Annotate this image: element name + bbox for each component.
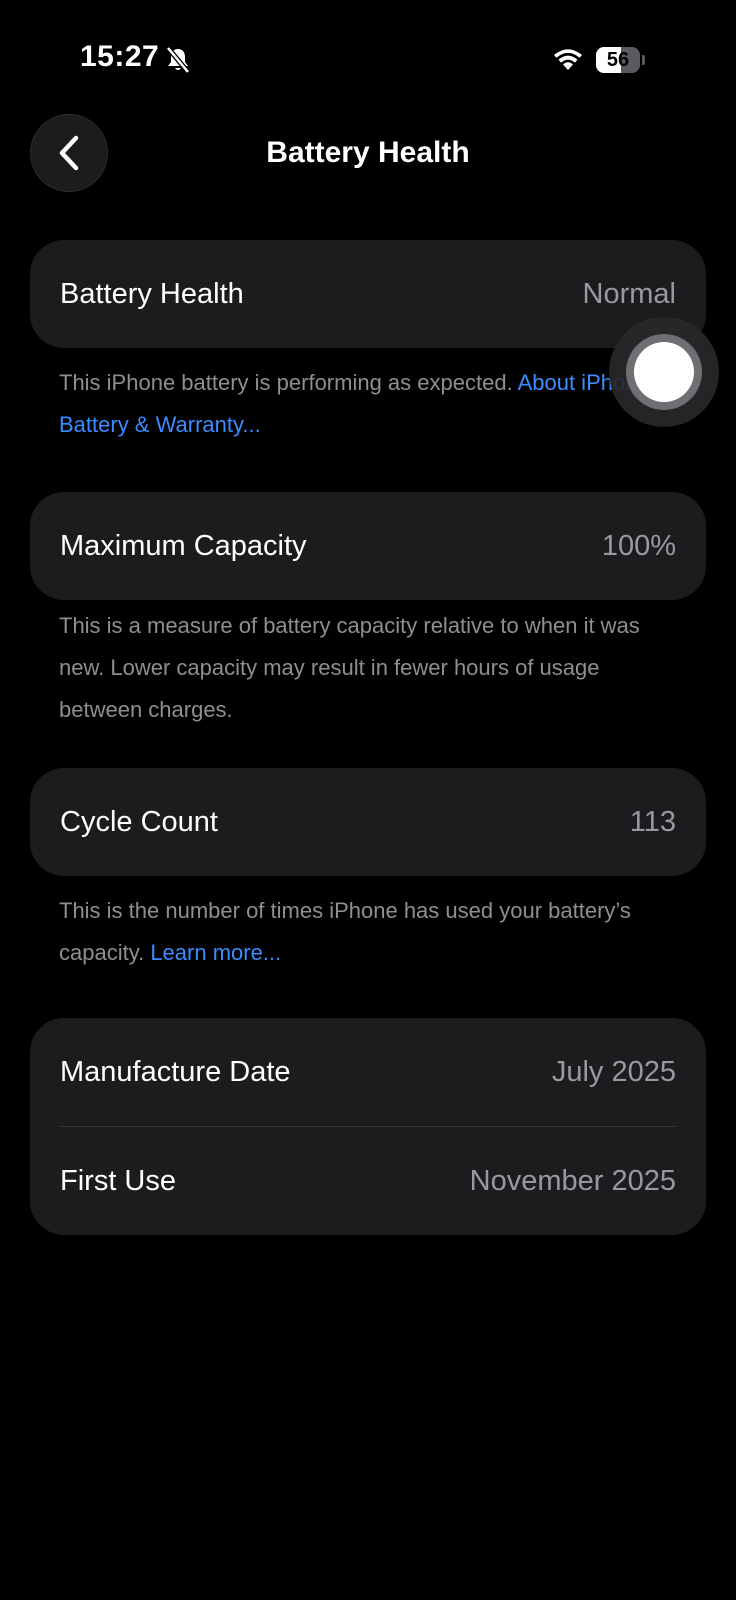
maximum-capacity-footnote: This is a measure of battery capacity re…: [59, 613, 640, 722]
bell-slash-icon: [166, 46, 190, 74]
wifi-icon: [554, 49, 582, 70]
page-title: Battery Health: [266, 136, 470, 169]
cycle-count-row: Cycle Count 113: [30, 768, 706, 876]
maximum-capacity-label: Maximum Capacity: [60, 529, 307, 562]
manufacture-date-row: Manufacture Date July 2025: [30, 1018, 706, 1126]
manufacture-date-value: July 2025: [551, 1055, 676, 1088]
status-time: 15:27: [80, 40, 160, 73]
cycle-count-label: Cycle Count: [60, 805, 218, 838]
learn-more-link[interactable]: Learn more...: [150, 940, 281, 965]
battery-icon: 56: [596, 47, 645, 73]
manufacture-date-label: Manufacture Date: [60, 1055, 291, 1088]
cycle-count-value: 113: [629, 805, 676, 838]
battery-health-label: Battery Health: [60, 277, 244, 310]
first-use-row: First Use November 2025: [30, 1127, 706, 1235]
dates-card: Manufacture Date July 2025 First Use Nov…: [30, 1018, 706, 1235]
battery-health-row[interactable]: Battery Health Normal: [30, 240, 706, 348]
battery-health-card: Battery Health Normal: [30, 240, 706, 348]
first-use-value: November 2025: [469, 1164, 676, 1197]
maximum-capacity-card: Maximum Capacity 100%: [30, 492, 706, 600]
assistive-touch-button[interactable]: [609, 317, 719, 427]
battery-health-value: Normal: [582, 277, 676, 310]
first-use-label: First Use: [60, 1164, 176, 1197]
battery-health-footnote: This iPhone battery is performing as exp…: [59, 370, 650, 437]
cycle-count-card: Cycle Count 113: [30, 768, 706, 876]
status-bar: 15:27 56: [0, 0, 736, 120]
maximum-capacity-value: 100%: [601, 529, 676, 562]
maximum-capacity-row: Maximum Capacity 100%: [30, 492, 706, 600]
cycle-count-footnote: This is the number of times iPhone has u…: [59, 898, 631, 965]
battery-level: 56: [606, 49, 630, 71]
